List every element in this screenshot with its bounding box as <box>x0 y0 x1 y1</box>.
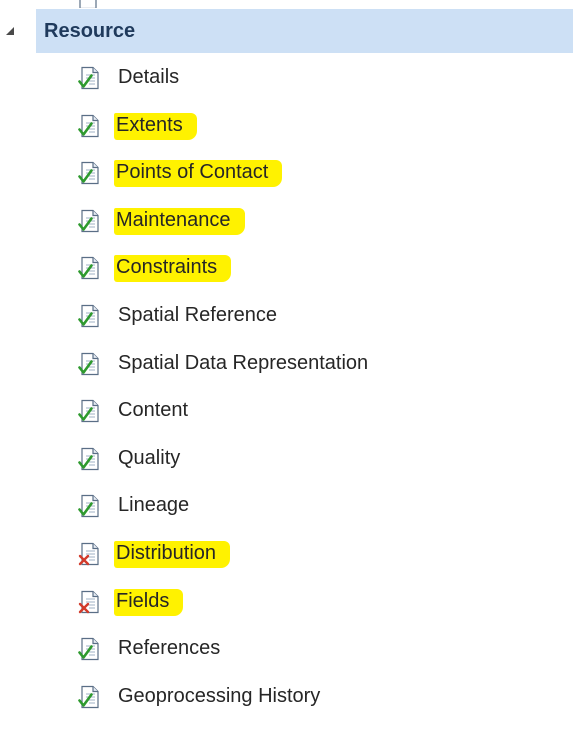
valid-page-icon <box>78 304 102 328</box>
list-item-geoprocessing-history[interactable]: Geoprocessing History <box>0 673 573 721</box>
valid-page-icon <box>78 399 102 423</box>
list-item-fields[interactable]: Fields <box>0 578 573 626</box>
list-item-extents[interactable]: Extents <box>0 102 573 150</box>
item-label: Content <box>118 399 189 422</box>
item-label: Spatial Reference <box>118 303 277 326</box>
item-label: Maintenance <box>114 207 245 235</box>
document-icon <box>76 0 100 8</box>
resource-group-header[interactable]: Resource <box>0 8 573 54</box>
item-label: Details <box>118 66 180 88</box>
item-label: References <box>118 637 221 660</box>
valid-page-icon <box>78 352 102 376</box>
list-item-points-of-contact[interactable]: Points of Contact <box>0 149 573 197</box>
item-label: Distribution <box>114 540 231 568</box>
item-label: Lineage <box>118 494 190 517</box>
partial-previous-item <box>40 0 573 8</box>
item-label: Quality <box>118 446 181 469</box>
list-item-content[interactable]: Content <box>0 387 573 435</box>
item-label: Points of Contact <box>114 160 283 188</box>
valid-page-icon <box>78 637 102 661</box>
item-label: Constraints <box>114 255 232 283</box>
list-item-maintenance[interactable]: Maintenance <box>0 197 573 245</box>
collapse-triangle-icon[interactable] <box>4 24 16 36</box>
resource-item-list: Details Extents Points of Contact Mainte… <box>0 54 573 720</box>
item-label: Geoprocessing History <box>118 684 321 707</box>
metadata-contents-panel: Resource Details Extents Points of Conta… <box>0 0 573 731</box>
valid-page-icon <box>78 209 102 233</box>
item-label: Fields <box>114 588 184 616</box>
item-label: Spatial Data Representation <box>118 351 369 374</box>
valid-page-icon <box>78 256 102 280</box>
valid-page-icon <box>78 447 102 471</box>
group-header-bar[interactable]: Resource <box>36 9 573 53</box>
list-item-references[interactable]: References <box>0 625 573 673</box>
error-page-icon <box>78 590 102 614</box>
list-item-distribution[interactable]: Distribution <box>0 530 573 578</box>
list-item-lineage[interactable]: Lineage <box>0 482 573 530</box>
list-item-quality[interactable]: Quality <box>0 435 573 483</box>
valid-page-icon <box>78 66 102 90</box>
valid-page-icon <box>78 685 102 709</box>
error-page-icon <box>78 542 102 566</box>
item-label: Extents <box>114 112 197 140</box>
valid-page-icon <box>78 494 102 518</box>
group-title: Resource <box>44 20 136 42</box>
valid-page-icon <box>78 161 102 185</box>
list-item-spatial-data-representation[interactable]: Spatial Data Representation <box>0 340 573 388</box>
valid-page-icon <box>78 114 102 138</box>
list-item-details[interactable]: Details <box>0 54 573 102</box>
list-item-constraints[interactable]: Constraints <box>0 244 573 292</box>
list-item-spatial-reference[interactable]: Spatial Reference <box>0 292 573 340</box>
